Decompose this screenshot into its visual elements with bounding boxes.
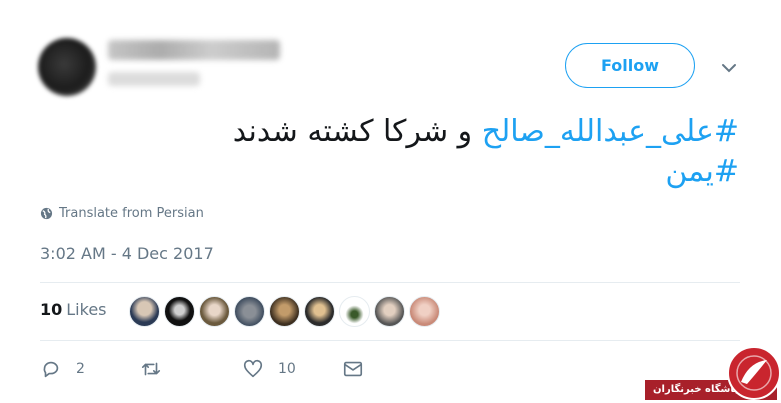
like-count: 10	[278, 361, 296, 377]
hashtag-yemen[interactable]: #یمن	[665, 154, 739, 189]
direct-message-button[interactable]	[342, 358, 364, 380]
liker-avatar[interactable]	[234, 296, 265, 327]
retweet-icon	[141, 362, 161, 376]
divider	[40, 282, 740, 283]
reply-button[interactable]: 2	[40, 358, 85, 380]
likes-label: Likes	[66, 300, 107, 319]
user-avatar-blurred[interactable]	[38, 38, 96, 96]
user-handle-blurred	[108, 72, 200, 86]
liker-avatar[interactable]	[129, 296, 160, 327]
globe-icon	[40, 207, 53, 220]
tweet-text-body: و شرکا کشته شدند	[232, 114, 482, 149]
liker-avatar[interactable]	[269, 296, 300, 327]
tweet-text: #علی_عبدالله_صالح و شرکا کشته شدند #یمن	[39, 112, 739, 192]
liker-avatar[interactable]	[199, 296, 230, 327]
translate-link[interactable]: Translate from Persian	[40, 206, 204, 221]
reply-icon	[43, 361, 59, 378]
heart-icon	[243, 359, 263, 378]
liker-avatar[interactable]	[304, 296, 335, 327]
liker-avatar[interactable]	[164, 296, 195, 327]
liker-avatar[interactable]	[374, 296, 405, 327]
likes-count: 10	[40, 300, 63, 319]
reply-count: 2	[76, 361, 85, 377]
liker-avatar[interactable]	[339, 296, 370, 327]
translate-label: Translate from Persian	[59, 206, 204, 221]
tweet-actions: 2 10	[40, 358, 380, 384]
liker-avatars	[129, 296, 440, 327]
like-button[interactable]: 10	[242, 358, 296, 380]
follow-button[interactable]: Follow	[565, 43, 695, 88]
chevron-down-icon[interactable]	[719, 58, 739, 78]
likes-summary[interactable]: 10 Likes	[40, 300, 107, 319]
tweet-timestamp[interactable]: 3:02 AM - 4 Dec 2017	[40, 244, 214, 263]
pen-icon	[736, 355, 772, 391]
liker-avatar[interactable]	[409, 296, 440, 327]
watermark-emblem	[727, 346, 781, 400]
user-display-name-blurred[interactable]	[108, 40, 280, 60]
hashtag-ali-abdullah-saleh[interactable]: #علی_عبدالله_صالح	[482, 114, 739, 149]
divider	[40, 340, 740, 341]
watermark-logo: باشگاه خبرنگاران	[641, 346, 781, 403]
envelope-icon	[343, 361, 363, 377]
retweet-button[interactable]	[140, 358, 176, 380]
